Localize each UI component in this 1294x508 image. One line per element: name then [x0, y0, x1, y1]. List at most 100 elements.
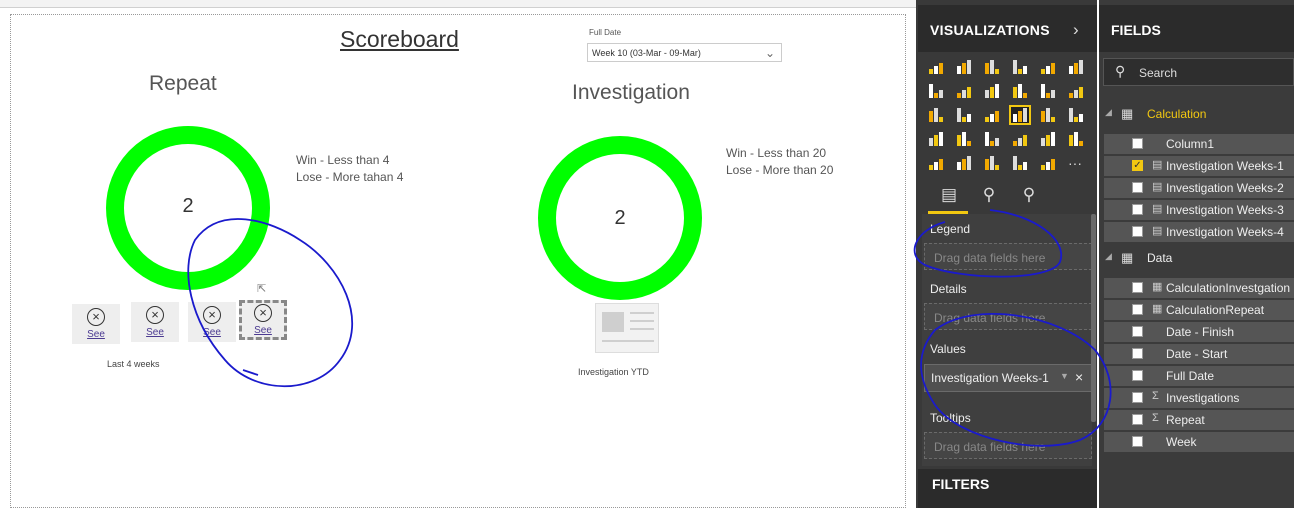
- field-checkbox[interactable]: [1132, 226, 1143, 237]
- chevron-down-icon[interactable]: ⌄: [765, 46, 775, 60]
- more-visuals-icon[interactable]: ···: [1068, 155, 1082, 171]
- visual-type-icon[interactable]: [1066, 82, 1086, 100]
- field-checkbox[interactable]: [1132, 370, 1143, 381]
- visual-type-icon[interactable]: [954, 130, 974, 148]
- visual-type-icon[interactable]: [1038, 58, 1058, 76]
- investigation-legend: Win - Less than 20 Lose - More than 20: [726, 145, 833, 179]
- values-field-pill[interactable]: Investigation Weeks-1 ▼ ×: [924, 364, 1092, 392]
- repeat-legend: Win - Less than 4 Lose - More tahan 4: [296, 152, 403, 186]
- visual-type-icon[interactable]: [982, 106, 1002, 124]
- fields-title: FIELDS: [1111, 22, 1161, 38]
- calculator-icon: ▤: [1152, 225, 1163, 237]
- field-row[interactable]: ▤ Investigation Weeks-3: [1104, 200, 1294, 220]
- visual-type-icon[interactable]: [1038, 106, 1058, 124]
- field-row[interactable]: Week: [1104, 432, 1294, 452]
- field-row[interactable]: ▦ CalculationInvestgation: [1104, 278, 1294, 298]
- visual-type-icon[interactable]: [926, 106, 946, 124]
- field-row[interactable]: Date - Start: [1104, 344, 1294, 364]
- visual-type-icon[interactable]: [1066, 58, 1086, 76]
- field-row[interactable]: Date - Finish: [1104, 322, 1294, 342]
- visual-type-icon[interactable]: [926, 58, 946, 76]
- filters-title: FILTERS: [932, 476, 990, 492]
- visual-type-icon[interactable]: [1010, 154, 1030, 172]
- legend-drop-zone[interactable]: Drag data fields here: [924, 243, 1092, 270]
- visual-type-icon[interactable]: [954, 154, 974, 172]
- see-button-1[interactable]: × See: [72, 304, 120, 344]
- remove-field-icon[interactable]: ×: [1075, 369, 1083, 385]
- visual-type-icon[interactable]: [1066, 106, 1086, 124]
- field-row[interactable]: ▤ Investigation Weeks-2: [1104, 178, 1294, 198]
- wells-scrollbar[interactable]: [1091, 214, 1096, 422]
- table-field-icon: ▦: [1152, 281, 1163, 293]
- visual-type-icon[interactable]: [1009, 105, 1031, 125]
- field-checkbox[interactable]: [1132, 204, 1143, 215]
- field-row[interactable]: ▦ CalculationRepeat: [1104, 300, 1294, 320]
- investigation-caption: Investigation YTD: [578, 367, 649, 377]
- focus-mode-icon[interactable]: ⇱: [257, 282, 266, 295]
- visual-type-icon[interactable]: [982, 58, 1002, 76]
- field-checkbox[interactable]: [1132, 282, 1143, 293]
- field-checkbox[interactable]: ✓: [1132, 160, 1143, 171]
- repeat-caption: Last 4 weeks: [107, 359, 160, 369]
- field-name: Investigation Weeks-2: [1166, 181, 1284, 195]
- visual-type-icon[interactable]: [954, 58, 974, 76]
- visual-type-icon[interactable]: [926, 130, 946, 148]
- visual-type-icon[interactable]: [1038, 130, 1058, 148]
- field-checkbox[interactable]: [1132, 138, 1143, 149]
- field-checkbox[interactable]: [1132, 182, 1143, 193]
- visual-type-icon[interactable]: [954, 106, 974, 124]
- visual-type-icon[interactable]: [982, 130, 1002, 148]
- field-row[interactable]: Σ Investigations: [1104, 388, 1294, 408]
- field-row[interactable]: ▤ Investigation Weeks-4: [1104, 222, 1294, 242]
- visual-type-icon[interactable]: [982, 154, 1002, 172]
- visual-type-icon[interactable]: [1010, 58, 1030, 76]
- field-checkbox[interactable]: [1132, 392, 1143, 403]
- expand-caret-icon[interactable]: ◢: [1105, 107, 1112, 118]
- table-header-data[interactable]: ◢ ▦ Data: [1103, 250, 1294, 268]
- details-drop-zone[interactable]: Drag data fields here: [924, 303, 1092, 330]
- legend-well-label: Legend: [930, 222, 971, 236]
- field-row[interactable]: Column1: [1104, 134, 1294, 154]
- investigation-legend-lose: Lose - More than 20: [726, 163, 834, 177]
- see-button-3[interactable]: × See: [188, 302, 236, 342]
- field-checkbox[interactable]: [1132, 414, 1143, 425]
- visual-type-icon[interactable]: [954, 82, 974, 100]
- fields-search-input[interactable]: [1103, 58, 1294, 86]
- see-link[interactable]: See: [188, 327, 236, 338]
- table-icon: ▦: [1121, 106, 1134, 121]
- see-link[interactable]: See: [242, 325, 284, 336]
- see-link[interactable]: See: [72, 329, 120, 340]
- visual-type-icon[interactable]: [982, 82, 1002, 100]
- table-header-calculation[interactable]: ◢ ▦ Calculation: [1103, 106, 1294, 124]
- see-link[interactable]: See: [131, 327, 179, 338]
- tooltips-drop-zone[interactable]: Drag data fields here: [924, 432, 1092, 459]
- field-row[interactable]: ✓ ▤ Investigation Weeks-1: [1104, 156, 1294, 176]
- full-date-slicer[interactable]: Week 10 (03-Mar - 09-Mar) ⌄: [587, 43, 782, 62]
- table-placeholder-icon[interactable]: [595, 303, 659, 353]
- see-button-2[interactable]: × See: [131, 302, 179, 342]
- visual-type-icon[interactable]: [926, 154, 946, 172]
- field-row[interactable]: Full Date: [1104, 366, 1294, 386]
- field-row[interactable]: Σ Repeat: [1104, 410, 1294, 430]
- paint-roller-icon[interactable]: ⚲: [976, 182, 1002, 208]
- expand-caret-icon[interactable]: ◢: [1105, 251, 1112, 262]
- values-field-name: Investigation Weeks-1: [931, 371, 1049, 385]
- slicer-value: Week 10 (03-Mar - 09-Mar): [592, 48, 701, 58]
- field-checkbox[interactable]: [1132, 436, 1143, 447]
- visual-type-icon[interactable]: [1010, 130, 1030, 148]
- visual-type-icon[interactable]: [1010, 82, 1030, 100]
- field-checkbox[interactable]: [1132, 326, 1143, 337]
- calculator-icon: ▤: [1152, 181, 1163, 193]
- visual-type-icon[interactable]: [926, 82, 946, 100]
- chevron-down-icon[interactable]: ▼: [1060, 371, 1069, 381]
- visual-type-icon[interactable]: [1066, 130, 1086, 148]
- visual-type-icon[interactable]: [1038, 82, 1058, 100]
- see-button-4-selected[interactable]: × See: [239, 300, 287, 340]
- analytics-magnifier-icon[interactable]: ⚲: [1016, 182, 1042, 208]
- fields-tab-icon[interactable]: ▤: [936, 182, 962, 208]
- collapse-arrow-icon[interactable]: ›: [1073, 20, 1079, 40]
- field-checkbox[interactable]: [1132, 304, 1143, 315]
- visual-type-icon[interactable]: [1038, 154, 1058, 172]
- field-checkbox[interactable]: [1132, 348, 1143, 359]
- field-name: Week: [1166, 435, 1197, 449]
